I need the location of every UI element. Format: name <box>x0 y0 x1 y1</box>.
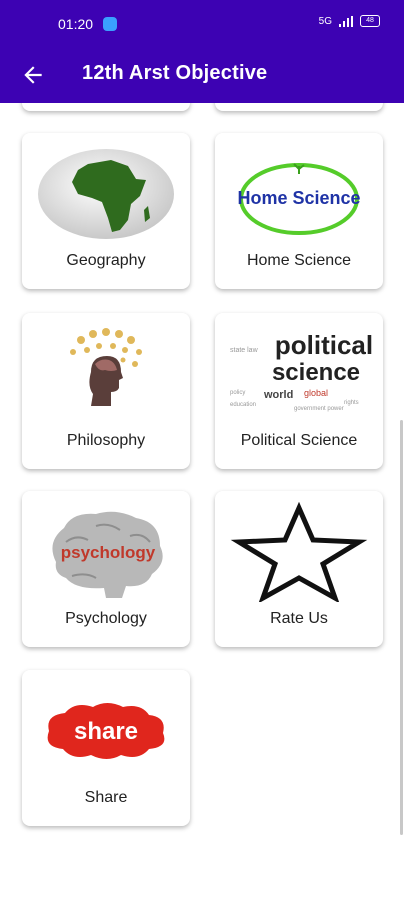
card-label: Political Science <box>240 432 358 449</box>
status-indicators: 5G 48 <box>319 15 380 27</box>
notification-icon <box>103 17 117 31</box>
page-title: 12th Arst Objective <box>82 62 268 84</box>
card-share[interactable]: share Share <box>22 670 190 826</box>
subject-grid: Geography Home Science Home Science Phil… <box>0 103 404 900</box>
card-label: Psychology <box>65 610 147 627</box>
political-science-wordcloud: state law policy rights government power… <box>215 321 383 426</box>
africa-globe-icon <box>22 141 190 246</box>
signal-icon <box>339 15 353 27</box>
card-partial-right[interactable] <box>215 103 383 111</box>
political-text: political <box>275 330 373 360</box>
svg-text:government power: government power <box>294 406 344 412</box>
scrollbar[interactable] <box>400 420 403 835</box>
card-philosophy[interactable]: Philosophy <box>22 313 190 469</box>
philosophy-head-icon <box>22 321 190 426</box>
network-icon: 5G <box>318 15 332 27</box>
back-arrow-icon[interactable] <box>20 62 46 88</box>
star-icon <box>215 499 383 604</box>
svg-text:rights: rights <box>344 400 359 406</box>
science-text: science <box>272 359 360 386</box>
svg-text:world: world <box>263 389 293 401</box>
card-label: Share <box>84 789 128 806</box>
card-label: Philosophy <box>66 432 146 449</box>
card-label: Rate Us <box>270 610 328 627</box>
share-badge-icon: share <box>22 678 190 783</box>
psychology-text: psychology <box>61 543 156 562</box>
card-partial-left[interactable] <box>22 103 190 111</box>
card-rate-us[interactable]: Rate Us <box>215 491 383 647</box>
card-home-science[interactable]: Home Science Home Science <box>215 133 383 289</box>
home-science-logo-text: Home Science <box>237 188 360 208</box>
card-label: Home Science <box>246 252 352 269</box>
psychology-brain-icon: psychology <box>22 499 190 604</box>
svg-text:education: education <box>230 402 256 408</box>
status-time: 01:20 <box>58 16 94 32</box>
app-bar: 12th Arst Objective <box>0 48 404 103</box>
svg-text:global: global <box>304 388 328 398</box>
svg-text:state law: state law <box>230 347 259 354</box>
card-geography[interactable]: Geography <box>22 133 190 289</box>
status-bar: 01:20 5G 48 <box>0 0 404 48</box>
card-label: Geography <box>66 252 146 269</box>
battery-icon: 48 <box>360 15 380 27</box>
share-text: share <box>74 718 138 745</box>
home-science-logo: Home Science <box>215 141 383 246</box>
card-psychology[interactable]: psychology Psychology <box>22 491 190 647</box>
svg-text:policy: policy <box>230 390 245 396</box>
card-political-science[interactable]: state law policy rights government power… <box>215 313 383 469</box>
